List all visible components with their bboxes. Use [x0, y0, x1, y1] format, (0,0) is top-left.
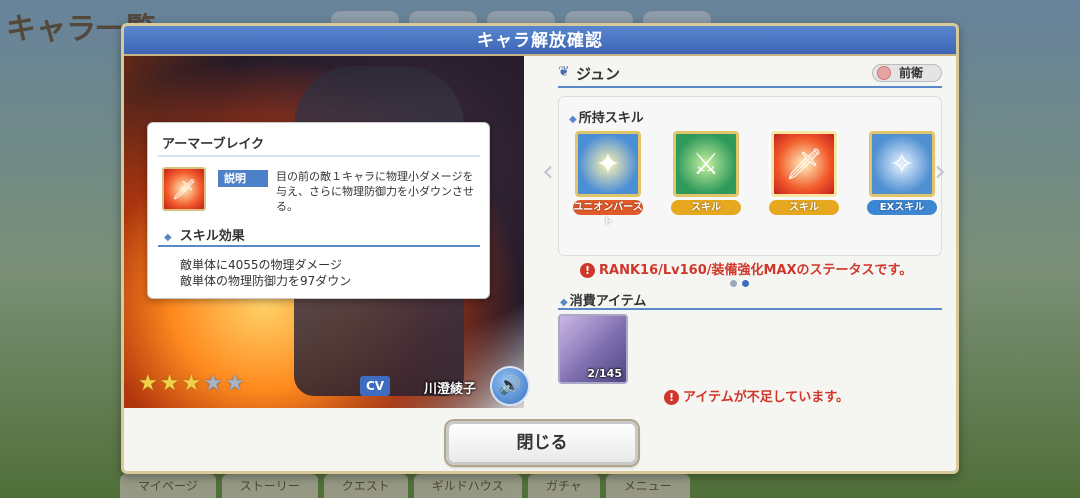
skill-1[interactable]: ⚔ スキル: [671, 131, 741, 215]
dialog-title: キャラ解放確認: [124, 26, 956, 56]
effect-line: 敵単体の物理防御力を97ダウン: [180, 274, 352, 288]
skill-list: ✦ ユニオンバースト ⚔ スキル 🗡 スキル ✧ EXスキル: [573, 131, 937, 228]
character-name: ジュン: [576, 65, 620, 83]
skill-tooltip: アーマーブレイク 🗡 説明 目の前の敵１キャラに物理小ダメージを与え、さらに物理…: [147, 122, 490, 299]
character-name-row: ❦ ジュン 前衛: [558, 62, 942, 88]
divider: [158, 245, 480, 247]
star-rating: ★ ★ ★ ★ ★: [138, 372, 245, 396]
armor-break-icon: 🗡: [771, 131, 837, 197]
tooltip-skill-name: アーマーブレイク: [162, 137, 265, 152]
skill-type-label: スキル: [769, 200, 839, 215]
star-icon-filled: ★: [159, 371, 180, 396]
shield-skill-icon: ⚔: [673, 131, 739, 197]
star-icon-empty: ★: [203, 371, 223, 396]
diamond-icon: ◆: [560, 297, 568, 308]
star-icon-filled: ★: [138, 371, 158, 396]
items-heading-text: 消費アイテム: [569, 294, 647, 309]
skill-type-label: スキル: [671, 200, 741, 215]
effect-list: 敵単体に4055の物理ダメージ 敵単体の物理防御力を97ダウン: [180, 257, 351, 289]
item-count: 2/145: [587, 367, 622, 380]
diamond-icon: ◆: [164, 232, 172, 243]
ornament-icon: ❦: [558, 64, 570, 80]
skills-heading-text: 所持スキル: [578, 111, 644, 126]
effect-heading: ◆ スキル効果: [164, 225, 245, 244]
insufficient-warning: ! アイテムが不足しています。: [664, 386, 849, 405]
page-indicator: [730, 280, 749, 287]
position-badge: 前衛: [872, 64, 942, 82]
position-icon: [877, 66, 891, 80]
status-note-text: RANK16/Lv160/装備強化MAXのステータスです。: [599, 263, 913, 278]
ex-skill-icon: ✧: [869, 131, 935, 197]
skills-heading: ◆ 所持スキル: [569, 107, 644, 126]
chevron-right-icon[interactable]: ›: [934, 154, 946, 189]
page-dot[interactable]: [730, 280, 737, 287]
exclamation-icon: !: [664, 390, 679, 405]
description-label: 説明: [218, 170, 268, 187]
star-icon-filled: ★: [181, 371, 202, 396]
position-label: 前衛: [899, 66, 924, 80]
chevron-left-icon[interactable]: ‹: [542, 154, 554, 189]
skill-2-selected[interactable]: 🗡 スキル: [769, 131, 839, 215]
voice-actor-name: 川澄綾子: [424, 382, 477, 397]
armor-break-icon: 🗡: [162, 167, 206, 211]
skill-ex[interactable]: ✧ EXスキル: [867, 131, 937, 215]
items-heading: ◆ 消費アイテム: [560, 290, 646, 309]
insufficient-text: アイテムが不足しています。: [683, 390, 850, 405]
page-dot-active[interactable]: [742, 280, 749, 287]
effect-heading-text: スキル効果: [179, 229, 245, 244]
skill-description: 目の前の敵１キャラに物理小ダメージを与え、さらに物理防御力を小ダウンさせる。: [276, 170, 474, 213]
close-button[interactable]: 閉じる: [446, 421, 638, 465]
memory-piece-item[interactable]: 2/145: [558, 314, 628, 384]
name-underline: [558, 86, 942, 88]
items-underline: [558, 308, 942, 310]
status-note: ! RANK16/Lv160/装備強化MAXのステータスです。: [580, 259, 912, 278]
skill-type-label: ユニオンバースト: [573, 200, 643, 228]
effect-line: 敵単体に4055の物理ダメージ: [180, 258, 342, 272]
speaker-icon: 🔊: [498, 375, 522, 396]
star-icon-empty: ★: [224, 371, 245, 396]
exclamation-icon: !: [580, 263, 595, 278]
skill-type-label: EXスキル: [867, 200, 937, 215]
skill-union-burst[interactable]: ✦ ユニオンバースト: [573, 131, 643, 228]
skills-panel: ◆ 所持スキル ✦ ユニオンバースト ⚔ スキル 🗡 スキル ✧ EXスキル: [558, 96, 942, 256]
divider: [158, 155, 480, 157]
union-burst-icon: ✦: [575, 131, 641, 197]
cv-badge: CV: [360, 376, 390, 396]
voice-play-button[interactable]: 🔊: [490, 366, 530, 406]
diamond-icon: ◆: [569, 114, 577, 125]
